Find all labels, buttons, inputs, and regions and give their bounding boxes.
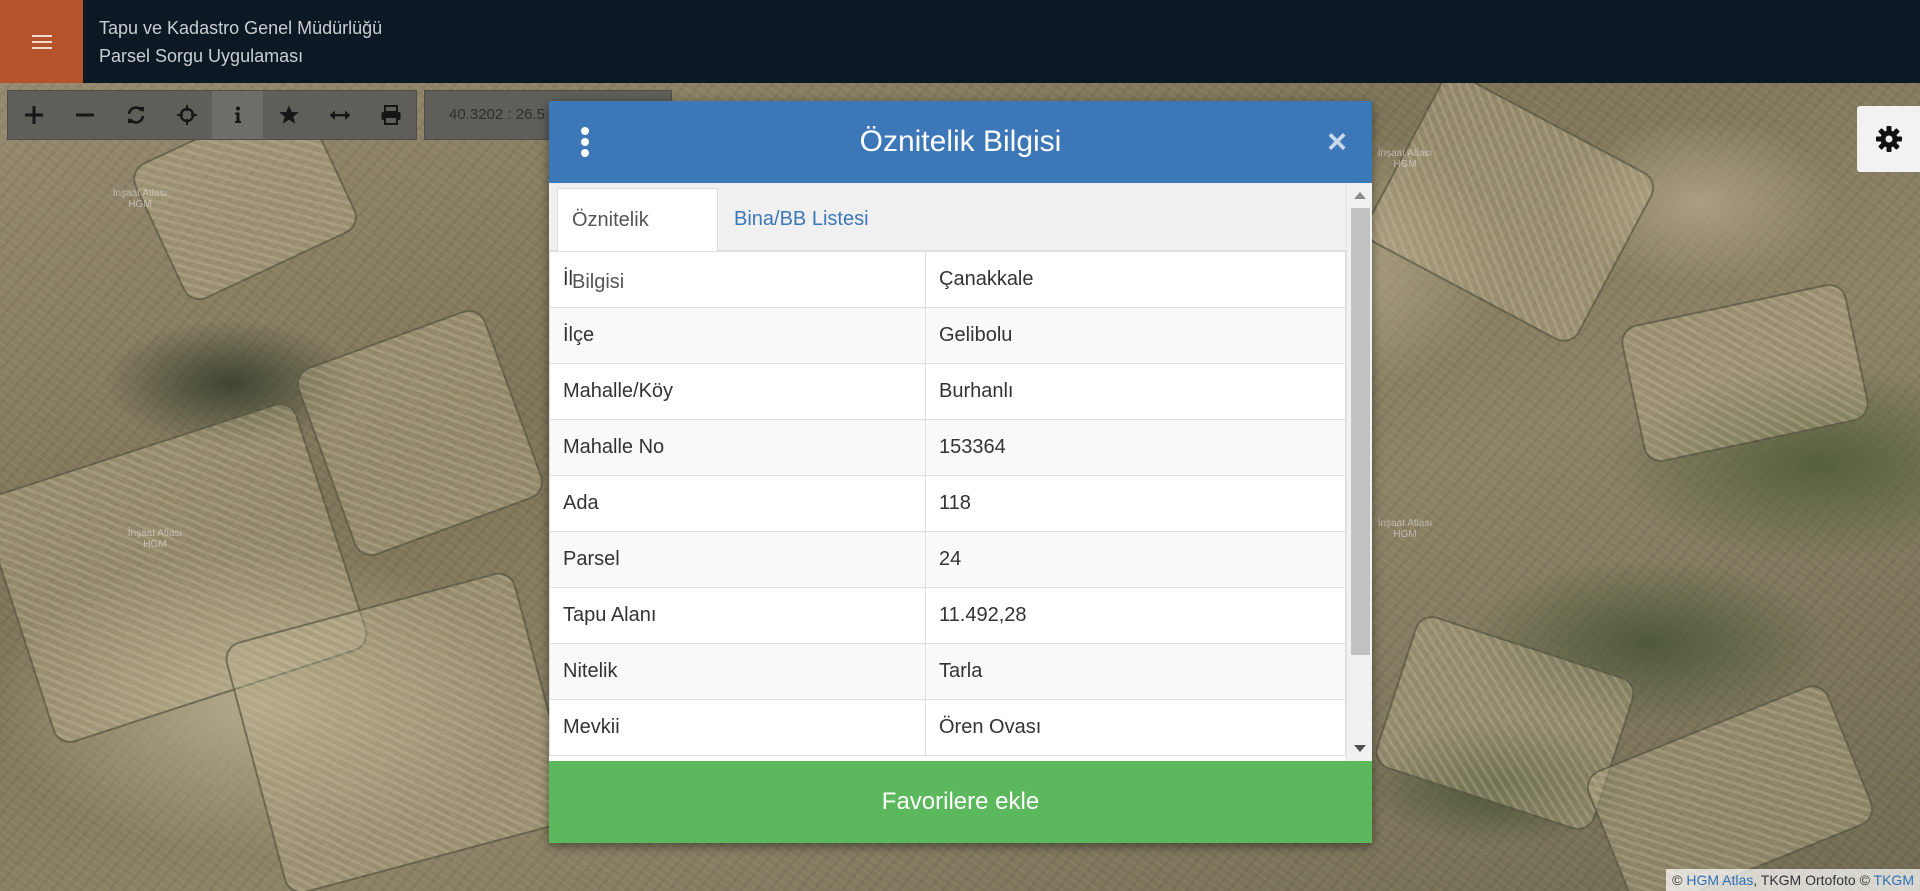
map-attribution: © HGM Atlas, TKGM Ortofoto © TKGM (1666, 869, 1920, 891)
row-key: Parsel (549, 531, 926, 588)
locate-icon (176, 105, 197, 125)
modal-body: Öznitelik Bilgisi Bina/BB Listesi İl Çana… (549, 183, 1372, 761)
row-value: Çanakkale (925, 251, 1346, 308)
table-row: Parsel 24 (549, 531, 1346, 588)
app-title: Tapu ve Kadastro Genel Müdürlüğü Parsel … (99, 14, 382, 70)
row-value: Ören Ovası (925, 699, 1346, 756)
tab-building-list[interactable]: Bina/BB Listesi (720, 188, 883, 252)
print-icon (381, 105, 400, 125)
map-field (1617, 280, 1873, 466)
row-value: 11.492,28 (925, 587, 1346, 644)
scroll-up-icon[interactable] (1354, 192, 1366, 199)
map-toolbar (7, 90, 417, 140)
modal-title: Öznitelik Bilgisi (859, 125, 1062, 158)
row-value: Burhanlı (925, 363, 1346, 420)
app-title-line2: Parsel Sorgu Uygulaması (99, 46, 304, 66)
info-button[interactable] (212, 91, 263, 139)
favorites-button[interactable] (263, 91, 314, 139)
app-title-line1: Tapu ve Kadastro Genel Müdürlüğü (99, 18, 383, 38)
attribution-copyright: © (1672, 872, 1683, 888)
table-row: Nitelik Tarla (549, 643, 1346, 700)
map-watermark-label: İnşaat Atlası HGM (127, 528, 183, 550)
kebab-menu-icon[interactable] (579, 127, 591, 157)
star-icon (278, 105, 299, 124)
tkgm-link[interactable]: TKGM (1874, 872, 1914, 888)
modal-scrollbar[interactable] (1346, 183, 1372, 761)
zoom-out-icon (75, 113, 94, 117)
row-value: Gelibolu (925, 307, 1346, 364)
row-key: Tapu Alanı (549, 587, 926, 644)
row-key: Ada (549, 475, 926, 532)
map-field (1359, 83, 1661, 349)
row-value: 118 (925, 475, 1346, 532)
row-key: İl (549, 251, 926, 308)
map-watermark-label: İnşaat Atlası HGM (112, 188, 168, 210)
row-key: Nitelik (549, 643, 926, 700)
locate-button[interactable] (161, 91, 212, 139)
add-to-favorites-button[interactable]: Favorilere ekle (549, 761, 1372, 843)
row-key: Mahalle No (549, 419, 926, 476)
refresh-button[interactable] (110, 91, 161, 139)
table-row: İl Çanakkale (549, 251, 1346, 308)
modal-tabs: Öznitelik Bilgisi Bina/BB Listesi (549, 183, 1346, 293)
row-key: İlçe (549, 307, 926, 364)
row-key: Mahalle/Köy (549, 363, 926, 420)
attribution-text: , TKGM Ortofoto © (1753, 872, 1870, 888)
zoom-in-icon (24, 106, 43, 124)
app-header: Tapu ve Kadastro Genel Müdürlüğü Parsel … (0, 0, 1920, 83)
close-button[interactable]: × (1322, 125, 1352, 159)
measure-button[interactable] (314, 91, 365, 139)
table-row: Ada 118 (549, 475, 1346, 532)
hgm-atlas-link[interactable]: HGM Atlas (1686, 872, 1753, 888)
zoom-out-button[interactable] (59, 91, 110, 139)
table-row: İlçe Gelibolu (549, 307, 1346, 364)
map-watermark-label: İnşaat Atlası HGM (1377, 518, 1433, 540)
map-watermark-label: İnşaat Atlası HGM (1377, 148, 1433, 170)
measure-icon (329, 110, 350, 120)
tab-attribute-info[interactable]: Öznitelik Bilgisi (557, 188, 718, 293)
table-row: Tapu Alanı 11.492,28 (549, 587, 1346, 644)
menu-button[interactable] (0, 0, 83, 83)
table-row: Mahalle/Köy Burhanlı (549, 363, 1346, 420)
info-icon (234, 106, 241, 123)
modal-header: Öznitelik Bilgisi × (549, 101, 1372, 183)
settings-button[interactable] (1857, 106, 1920, 172)
refresh-icon (127, 106, 144, 124)
attribute-info-modal: Öznitelik Bilgisi × Öznitelik Bilgisi Bi… (549, 101, 1372, 843)
row-value: 153364 (925, 419, 1346, 476)
hamburger-icon (31, 34, 52, 49)
scroll-thumb[interactable] (1351, 208, 1370, 655)
row-value: Tarla (925, 643, 1346, 700)
row-value: 24 (925, 531, 1346, 588)
row-key: Mevkii (549, 699, 926, 756)
gear-icon (1875, 126, 1902, 152)
zoom-in-button[interactable] (8, 91, 59, 139)
table-row: Mahalle No 153364 (549, 419, 1346, 476)
attribute-table: İl Çanakkale İlçe Gelibolu Mahalle/Köy Burh… (549, 251, 1346, 756)
print-button[interactable] (365, 91, 416, 139)
scroll-down-icon[interactable] (1354, 745, 1366, 752)
table-row: Mevkii Ören Ovası (549, 699, 1346, 756)
